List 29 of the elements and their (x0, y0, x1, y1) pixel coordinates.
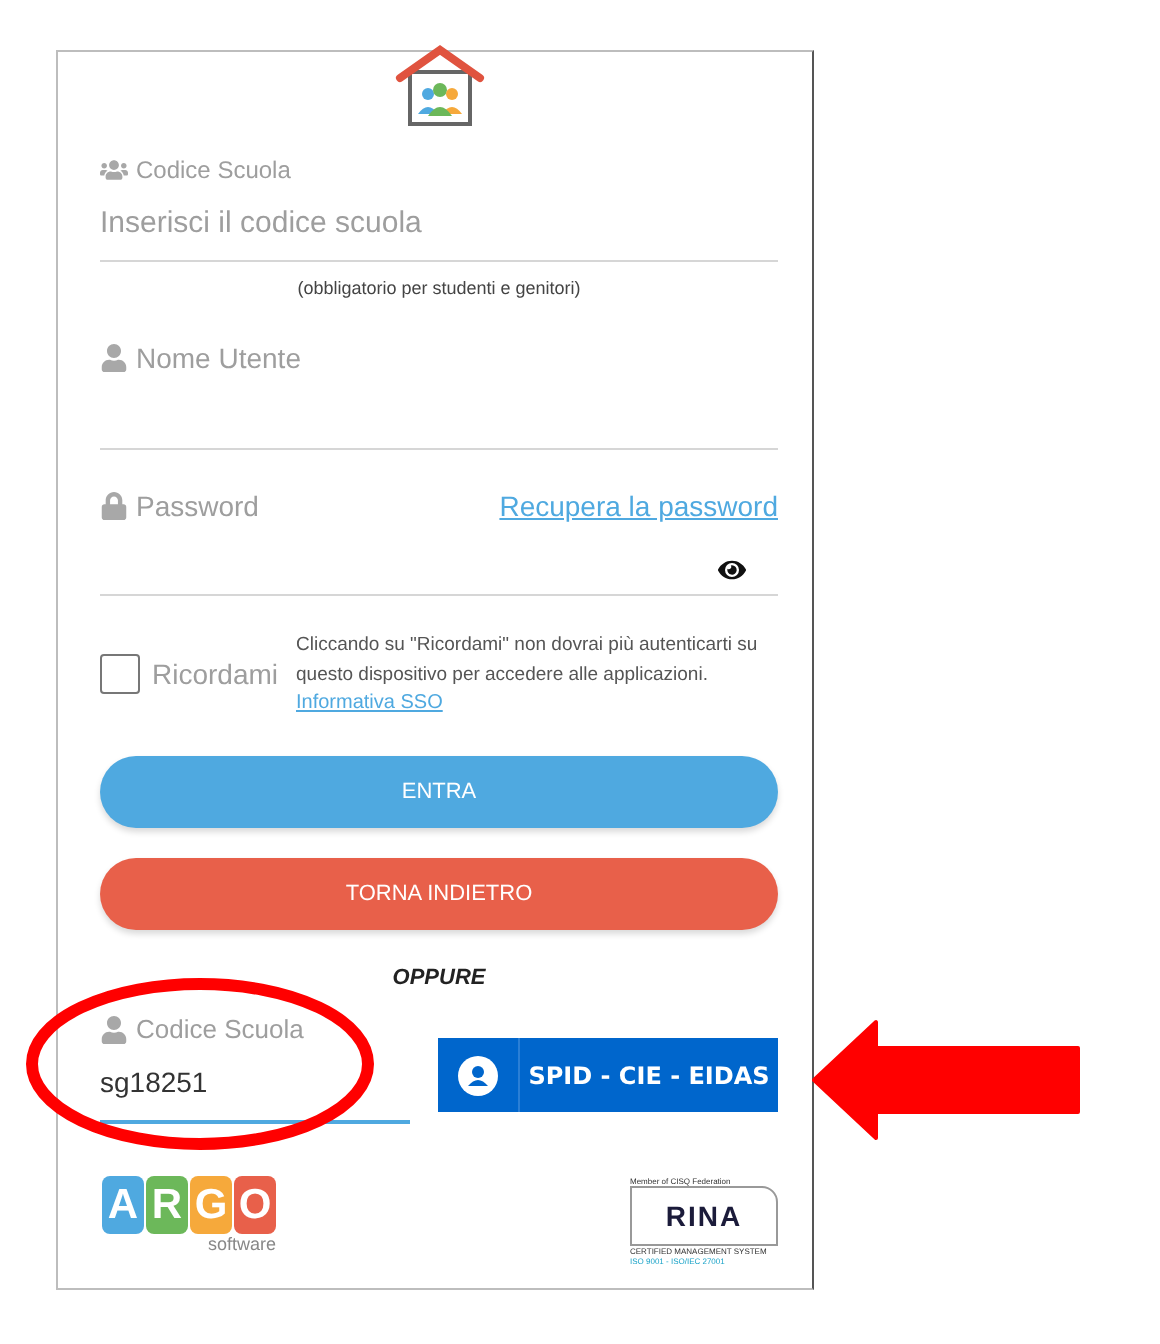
logo-letter: O (234, 1176, 276, 1234)
logo-letter: R (146, 1176, 188, 1234)
separator-label: OPPURE (390, 966, 488, 990)
field-label: Password (136, 490, 259, 522)
school-code-input[interactable]: sg18251 (100, 1066, 410, 1098)
user-icon (100, 344, 128, 372)
field-label: Codice Scuola (136, 156, 291, 184)
user-icon (100, 1015, 128, 1043)
sso-info-link[interactable]: Informativa SSO (296, 690, 443, 716)
back-button[interactable]: TORNA INDIETRO (100, 858, 778, 930)
school-code-input[interactable]: Inserisci il codice scuola (100, 205, 778, 239)
lock-icon (100, 492, 128, 520)
field-note: (obbligatorio per studenti e genitori) (295, 278, 583, 298)
remember-checkbox[interactable] (100, 653, 140, 693)
user-circle-icon (458, 1055, 498, 1095)
login-button[interactable]: ENTRA (100, 756, 778, 828)
spid-login-button[interactable]: SPID - CIE - EIDAS (438, 1038, 778, 1112)
rina-logo: RINA (630, 1186, 778, 1246)
eye-icon[interactable] (718, 556, 746, 584)
logo-letter: G (190, 1176, 232, 1234)
recover-password-link[interactable]: Recupera la password (499, 490, 778, 522)
remember-label: Ricordami (152, 657, 279, 689)
school-house-icon (391, 44, 487, 128)
users-icon (100, 156, 128, 184)
logo-subtitle: software (207, 1234, 276, 1254)
logo-letter: A (102, 1176, 144, 1234)
field-label: Codice Scuola (136, 1014, 304, 1044)
field-label: Nome Utente (136, 342, 301, 374)
remember-info: Cliccando su "Ricordami" non dovrai più autenticarti su questo dispositivo per accedere alle applicazioni. (296, 632, 760, 690)
